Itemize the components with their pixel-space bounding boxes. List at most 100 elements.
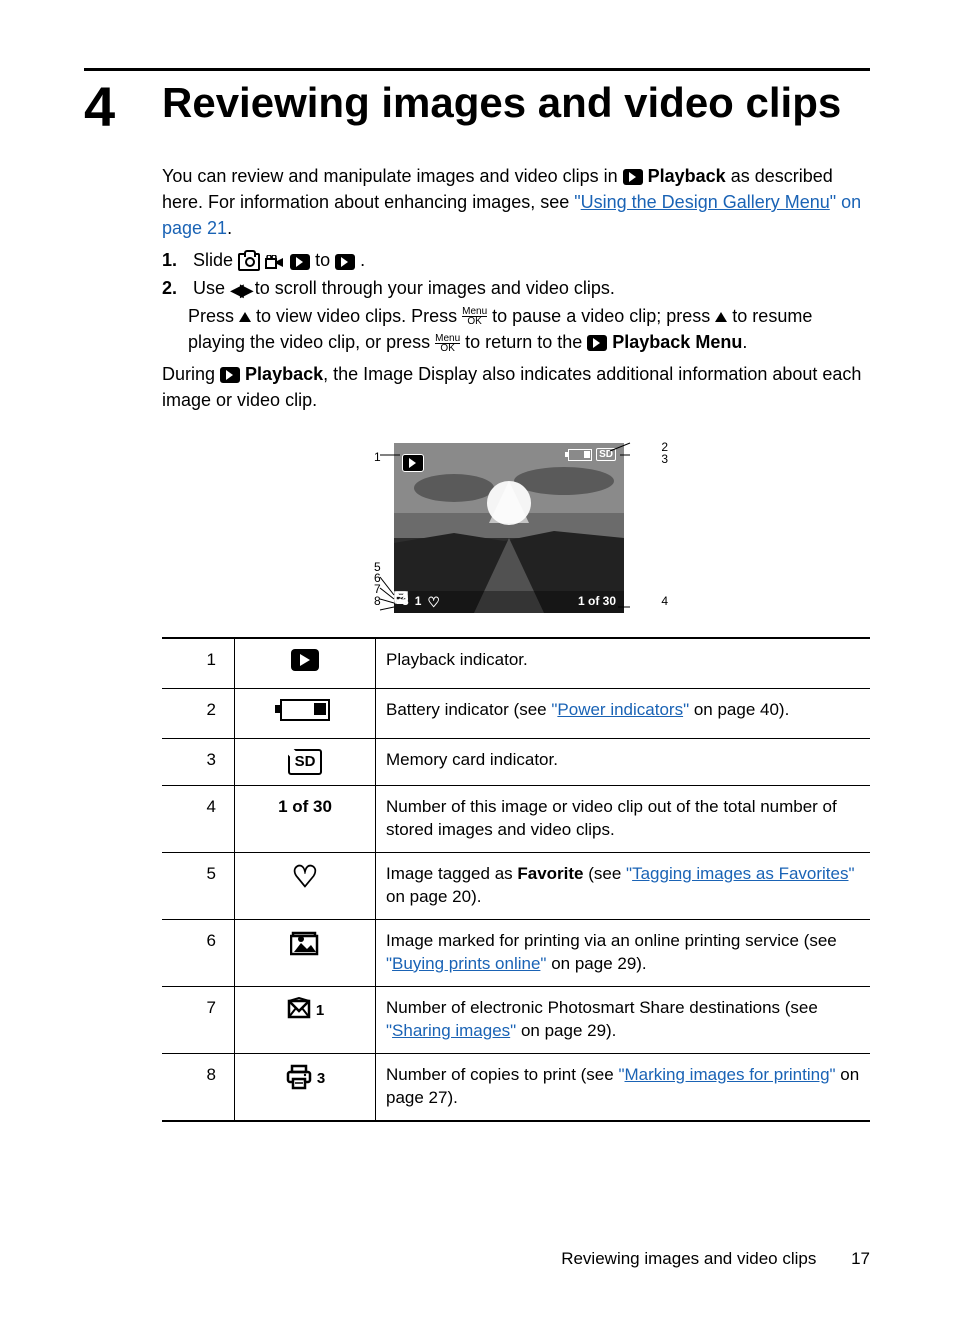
link-design-gallery[interactable]: Using the Design Gallery Menu xyxy=(581,192,830,212)
steps-list: 1. Slide to . 2. Use ◀▶ to scroll throug… xyxy=(162,247,870,355)
table-row: 3 SD Memory card indicator. xyxy=(162,738,870,785)
buy-print-icon xyxy=(290,930,320,956)
step-2-sub: Press to view video clips. Press MenuOK … xyxy=(188,303,870,355)
text: to scroll through your images and video … xyxy=(255,278,615,298)
dot: . xyxy=(227,218,232,238)
buy-print-icon xyxy=(394,591,408,605)
camera-icon xyxy=(238,253,260,271)
text: to return to the xyxy=(465,332,587,352)
ok-label: OK xyxy=(462,316,487,326)
ok-label: OK xyxy=(435,343,460,353)
link-tagging-favorites[interactable]: Tagging images as Favorites xyxy=(632,864,848,883)
callout-3: 3 xyxy=(661,453,668,465)
row-icon-cell xyxy=(235,919,376,986)
up-arrow-icon xyxy=(239,312,251,322)
copies-count: 3 xyxy=(317,1069,325,1089)
playback-icon xyxy=(290,254,310,270)
callout-4: 4 xyxy=(661,595,668,607)
text: Press xyxy=(188,306,239,326)
row-icon-cell: SD xyxy=(235,738,376,785)
text: on page 29). xyxy=(516,1021,616,1040)
row-number: 6 xyxy=(162,919,235,986)
playback-label: Playback xyxy=(245,364,323,384)
row-desc: Number of copies to print (see "Marking … xyxy=(376,1053,871,1120)
overlay-top-right: SD xyxy=(568,448,616,461)
battery-icon xyxy=(568,449,592,461)
page-footer: Reviewing images and video clips 17 xyxy=(561,1249,870,1269)
table-row: 6 Image marked for printing via an onlin… xyxy=(162,919,870,986)
row-desc: Image tagged as Favorite (see "Tagging i… xyxy=(376,853,871,920)
playback-icon xyxy=(402,454,424,472)
row-number: 1 xyxy=(162,638,235,688)
row-number: 3 xyxy=(162,738,235,785)
sd-icon: SD xyxy=(288,749,323,775)
row-desc: Number of this image or video clip out o… xyxy=(376,786,871,853)
row-icon-cell: 3 xyxy=(235,1053,376,1120)
text: Use xyxy=(193,278,230,298)
text: (see xyxy=(584,864,627,883)
text: . xyxy=(360,250,365,270)
table-row: 8 3 Number of copies to print (see "Mark… xyxy=(162,1053,870,1120)
text: to pause a video clip; press xyxy=(492,306,715,326)
playback-icon xyxy=(291,649,319,671)
playback-label: Playback xyxy=(648,166,726,186)
callout-8: 8 xyxy=(374,595,381,607)
table-row: 7 1 Number of electronic Photosmart Shar… xyxy=(162,986,870,1053)
row-desc: Playback indicator. xyxy=(376,638,871,688)
row-icon-cell: 1 of 30 xyxy=(235,786,376,853)
table-row: 5 ♡ Image tagged as Favorite (see "Taggi… xyxy=(162,853,870,920)
up-arrow-icon xyxy=(715,312,727,322)
text: Battery indicator (see xyxy=(386,700,551,719)
rule-top xyxy=(84,68,870,71)
text: Image marked for printing via an online … xyxy=(386,931,837,950)
favorite-label: Favorite xyxy=(517,864,583,883)
playback-icon xyxy=(587,335,607,351)
table-row: 2 Battery indicator (see "Power indicato… xyxy=(162,688,870,738)
text: Slide xyxy=(193,250,238,270)
video-icon xyxy=(265,255,285,269)
favorite-icon: ♡ xyxy=(292,861,319,894)
row-icon-cell: ♡ xyxy=(235,853,376,920)
text: to xyxy=(315,250,335,270)
playback-icon xyxy=(623,169,643,185)
indicator-table: 1 Playback indicator. 2 Battery indicato… xyxy=(162,637,870,1122)
battery-icon xyxy=(280,699,330,721)
text: Memory card indicator. xyxy=(386,750,558,769)
share-count: 1 xyxy=(415,593,422,610)
step-1: 1. Slide to . xyxy=(162,247,870,273)
menu-ok-icon: MenuOK xyxy=(435,334,460,353)
row-desc: Battery indicator (see "Power indicators… xyxy=(376,688,871,738)
footer-title: Reviewing images and video clips xyxy=(561,1249,816,1268)
playback-icon xyxy=(335,254,355,270)
text: Number of electronic Photosmart Share de… xyxy=(386,998,818,1017)
content: You can review and manipulate images and… xyxy=(162,163,870,1122)
display-screen: SD 3 1 ♡ 1 of 30 xyxy=(394,443,624,613)
text: Number of copies to print (see xyxy=(386,1065,618,1084)
row-icon-cell: 1 xyxy=(235,986,376,1053)
row-number: 7 xyxy=(162,986,235,1053)
row-desc: Image marked for printing via an online … xyxy=(376,919,871,986)
menu-ok-icon: MenuOK xyxy=(462,307,487,326)
display-illustration: SD 3 1 ♡ 1 of 30 1 2 3 4 5 6 7 8 xyxy=(366,443,666,613)
link-buying-prints[interactable]: Buying prints online xyxy=(392,954,540,973)
table-row: 4 1 of 30 Number of this image or video … xyxy=(162,786,870,853)
sd-icon: SD xyxy=(596,448,616,461)
link-power-indicators[interactable]: Power indicators xyxy=(557,700,683,719)
text: Image tagged as xyxy=(386,864,517,883)
text: Number of this image or video clip out o… xyxy=(386,797,837,839)
row-desc: Memory card indicator. xyxy=(376,738,871,785)
chapter-heading: 4 Reviewing images and video clips xyxy=(84,79,870,135)
print-icon: 3 xyxy=(285,1064,325,1090)
row-number: 8 xyxy=(162,1053,235,1120)
intro-paragraph: You can review and manipulate images and… xyxy=(162,163,870,241)
text: to view video clips. Press xyxy=(256,306,462,326)
overlay-bottom-bar: 3 1 ♡ 1 of 30 xyxy=(394,591,624,613)
link-sharing-images[interactable]: Sharing images xyxy=(392,1021,510,1040)
after-paragraph: During Playback, the Image Display also … xyxy=(162,361,870,413)
page-number: 17 xyxy=(851,1249,870,1268)
overlay-top-left xyxy=(402,449,424,475)
share-count: 1 xyxy=(316,1001,324,1021)
row-number: 5 xyxy=(162,853,235,920)
chapter-number: 4 xyxy=(84,79,162,135)
link-marking-printing[interactable]: Marking images for printing xyxy=(625,1065,830,1084)
